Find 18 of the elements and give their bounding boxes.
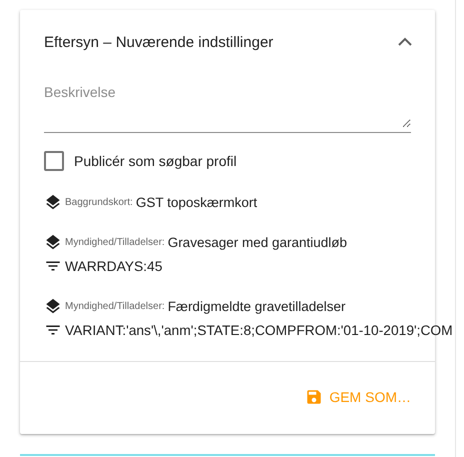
description-field[interactable]: Beskrivelse <box>44 84 411 133</box>
layers-icon <box>44 297 62 315</box>
floppy-icon <box>305 388 324 406</box>
save-as-button[interactable]: GEM SOM… <box>305 384 411 410</box>
layer-name: Gravesager med garantiudløb <box>168 234 348 250</box>
layer-filter: VARIANT:'ans'\,'anm';STATE:8;COMPFROM:'01-10-2019';COM <box>65 322 453 338</box>
chevron-up-icon <box>398 37 412 47</box>
layer-name: Færdigmeldte gravetilladelser <box>168 298 346 314</box>
layer-filter: WARRDAYS:45 <box>65 258 162 274</box>
layers-icon <box>44 193 62 211</box>
layer-category: Myndighed/Tilladelser: <box>65 236 165 248</box>
layer-category: Myndighed/Tilladelser: <box>65 300 165 312</box>
publish-checkbox[interactable] <box>44 151 64 171</box>
checkbox-label: Publicér som søgbar profil <box>74 153 237 169</box>
panel-title: Eftersyn – Nuværende indstillinger <box>44 34 274 50</box>
layer-name: GST toposkærmkort <box>136 194 258 210</box>
layer-category: Baggrundskort: <box>65 196 133 208</box>
layers-icon <box>44 233 62 251</box>
